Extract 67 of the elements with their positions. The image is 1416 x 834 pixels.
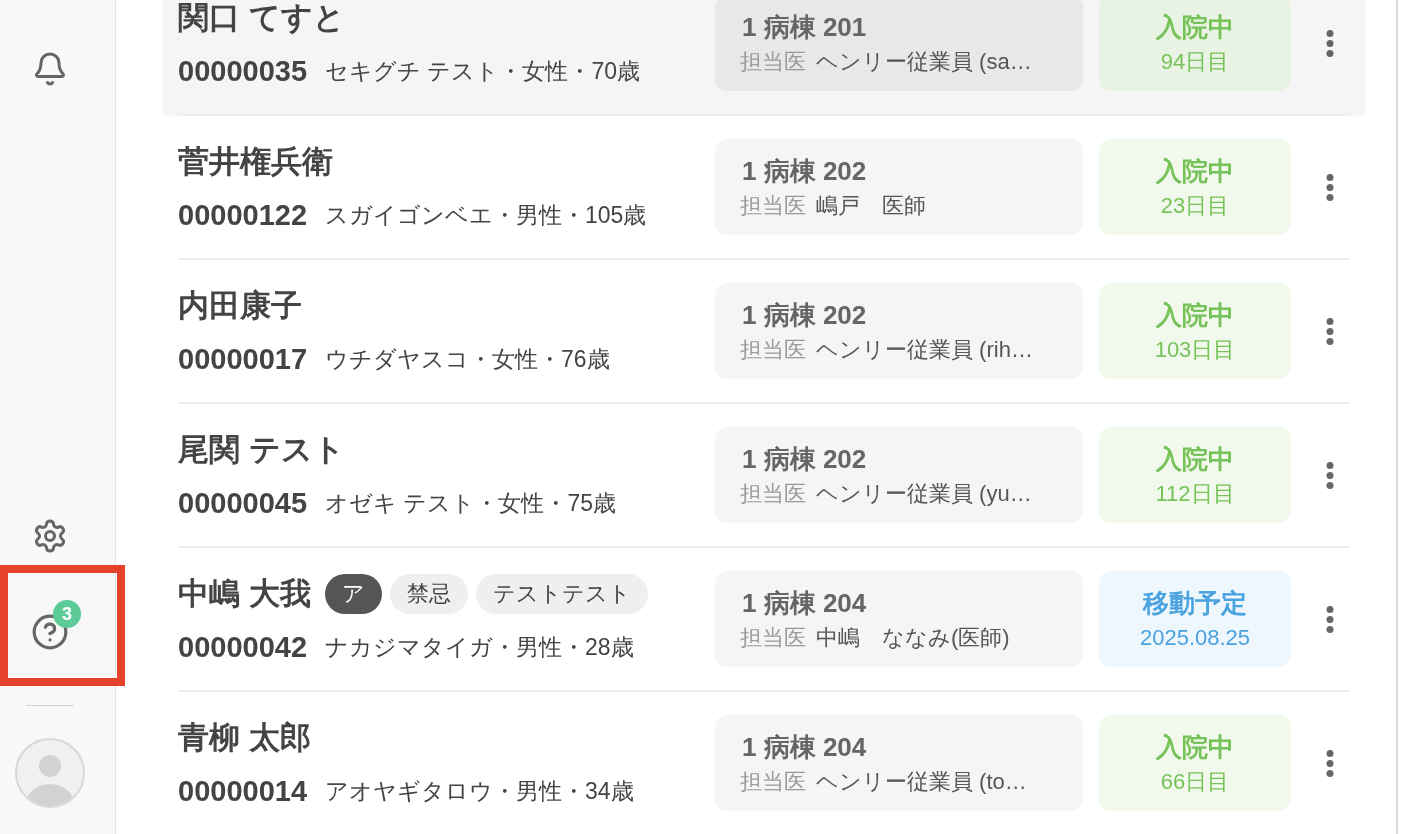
status-detail: 2025.08.25 bbox=[1139, 624, 1251, 652]
status-detail: 112日目 bbox=[1155, 480, 1235, 508]
patient-name: 尾関 テスト bbox=[178, 430, 345, 469]
patient-name: 関口 てすと bbox=[178, 0, 345, 37]
patient-id: 00000122 bbox=[178, 199, 308, 232]
more-vertical-icon bbox=[1326, 29, 1334, 57]
tag: テストテスト bbox=[475, 573, 648, 614]
doctor-label: 担当医 bbox=[740, 480, 806, 508]
patient-name: 菅井権兵衛 bbox=[178, 142, 333, 181]
patient-row[interactable]: 青柳 太郎 00000014 アオヤギタロウ・男性・34歳 1 病棟 204 担当医 ヘンリー従業員 (to… 入院中 66日目 bbox=[162, 692, 1366, 834]
status-detail: 23日目 bbox=[1160, 192, 1230, 220]
doctor-name: 嶋戸 医師 bbox=[816, 192, 926, 220]
ward-room: 1 病棟 201 bbox=[741, 11, 868, 43]
patient-row[interactable]: 関口 てすと 00000035 セキグチ テスト・女性・70歳 1 病棟 201 担当医 ヘンリー従業員 (sa… 入院中 94日目 bbox=[162, 0, 1366, 114]
more-vertical-icon bbox=[1326, 317, 1334, 345]
more-vertical-icon bbox=[1326, 605, 1334, 633]
patient-id: 00000042 bbox=[178, 631, 308, 664]
doctor-name: 中嶋 ななみ(医師) bbox=[816, 624, 1010, 652]
doctor-name: ヘンリー従業員 (to… bbox=[816, 768, 1027, 796]
status-label: 移動予定 bbox=[1143, 587, 1247, 619]
ward-room: 1 病棟 202 bbox=[741, 299, 868, 331]
doctor-name: ヘンリー従業員 (rih… bbox=[816, 336, 1033, 364]
ward-room: 1 病棟 202 bbox=[741, 155, 868, 187]
doctor-label: 担当医 bbox=[740, 624, 806, 652]
more-vertical-icon bbox=[1326, 173, 1334, 201]
status-label: 入院中 bbox=[1156, 443, 1234, 475]
status-label: 入院中 bbox=[1156, 11, 1234, 43]
status-label: 入院中 bbox=[1156, 299, 1234, 331]
ward-room: 1 病棟 204 bbox=[741, 587, 868, 619]
doctor-label: 担当医 bbox=[740, 192, 806, 220]
patient-details: ナカジマタイガ・男性・28歳 bbox=[325, 633, 634, 662]
status-label: 入院中 bbox=[1156, 731, 1234, 763]
patient-details: オゼキ テスト・女性・75歳 bbox=[325, 489, 616, 518]
ward-room: 1 病棟 202 bbox=[741, 443, 868, 475]
status-detail: 103日目 bbox=[1154, 336, 1236, 364]
patient-row[interactable]: 尾関 テスト 00000045 オゼキ テスト・女性・75歳 1 病棟 202 担当医 ヘンリー従業員 (yu… 入院中 112日目 bbox=[162, 404, 1366, 546]
doctor-name: ヘンリー従業員 (sa… bbox=[816, 48, 1032, 76]
patient-id: 00000014 bbox=[178, 775, 308, 808]
avatar-icon bbox=[15, 738, 85, 808]
patient-details: アオヤギタロウ・男性・34歳 bbox=[325, 777, 634, 806]
patient-id: 00000045 bbox=[178, 487, 308, 520]
patient-name: 中嶋 大我 bbox=[178, 574, 311, 613]
status-label: 入院中 bbox=[1156, 155, 1234, 187]
tag: 禁忌 bbox=[389, 573, 468, 614]
patient-details: ウチダヤスコ・女性・76歳 bbox=[325, 345, 610, 374]
patient-id: 00000035 bbox=[178, 55, 308, 88]
patient-details: スガイゴンベエ・男性・105歳 bbox=[325, 201, 647, 230]
patient-row[interactable]: 菅井権兵衛 00000122 スガイゴンベエ・男性・105歳 1 病棟 202 担当医 嶋戸 医師 入院中 23日目 bbox=[162, 116, 1366, 258]
doctor-name: ヘンリー従業員 (yu… bbox=[816, 480, 1032, 508]
patient-details: セキグチ テスト・女性・70歳 bbox=[325, 57, 640, 86]
more-vertical-icon bbox=[1326, 749, 1334, 777]
patient-row[interactable]: 中嶋 大我 ア 禁忌 テストテスト 00000042 ナカジマタイガ・男性・28歳 1 病棟 204 担当医 中嶋 ななみ(医師) 移動予定 2025.08.25 bbox=[162, 548, 1366, 690]
status-detail: 94日目 bbox=[1160, 48, 1230, 76]
patient-name: 青柳 太郎 bbox=[178, 718, 311, 757]
doctor-label: 担当医 bbox=[740, 336, 806, 364]
tag: ア bbox=[324, 573, 382, 614]
count-badge: 3 bbox=[53, 600, 81, 628]
ward-room: 1 病棟 204 bbox=[741, 731, 868, 763]
doctor-label: 担当医 bbox=[740, 768, 806, 796]
patient-name: 内田康子 bbox=[178, 286, 302, 325]
doctor-label: 担当医 bbox=[740, 48, 806, 76]
more-vertical-icon bbox=[1326, 461, 1334, 489]
patient-row[interactable]: 内田康子 00000017 ウチダヤスコ・女性・76歳 1 病棟 202 担当医 ヘンリー従業員 (rih… 入院中 103日目 bbox=[162, 260, 1366, 402]
settings-icon bbox=[32, 518, 68, 554]
bell-icon bbox=[32, 51, 68, 87]
status-detail: 66日目 bbox=[1160, 768, 1230, 796]
patient-id: 00000017 bbox=[178, 343, 308, 376]
